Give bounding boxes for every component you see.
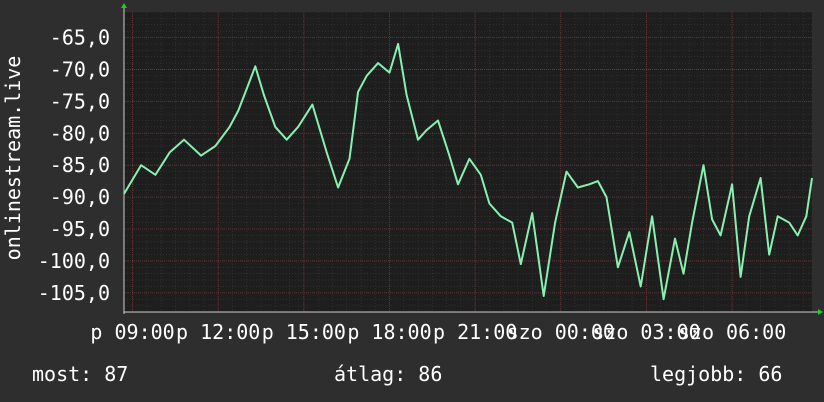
y-tick-label: -75,0 [50,89,110,113]
line-chart: -65,0 -70,0 -75,0 -80,0 -85,0 -90,0 -95,0 -100,… [1,3,823,344]
y-tick-label: -100,0 [38,249,110,273]
y-tick-label: -80,0 [50,121,110,145]
x-tick-label: p 18:00 [347,320,431,344]
y-tick-label: -90,0 [50,185,110,209]
chart-container: -65,0 -70,0 -75,0 -80,0 -85,0 -90,0 -95,0 -100,… [0,0,824,402]
y-tick-label: -95,0 [50,217,110,241]
y-tick-label: -105,0 [38,281,110,305]
stat-average: átlag: 86 [334,362,443,386]
stat-best: legjobb: 66 [650,362,783,386]
x-tick-label: p 21:00 [433,320,517,344]
x-tick-label: p 12:00 [176,320,260,344]
stat-current: most: 87 [32,362,129,386]
x-axis-arrow [818,309,823,315]
x-tick-label: szo 06:00 [678,320,786,344]
y-axis-arrow [121,3,127,8]
y-tick-label: -65,0 [50,26,110,50]
y-tick-label: -70,0 [50,57,110,81]
y-tick-label: -85,0 [50,153,110,177]
x-tick-label: p 09:00 [90,320,174,344]
x-tick-label: p 15:00 [262,320,346,344]
y-axis-title: onlinestream.live [1,56,25,261]
